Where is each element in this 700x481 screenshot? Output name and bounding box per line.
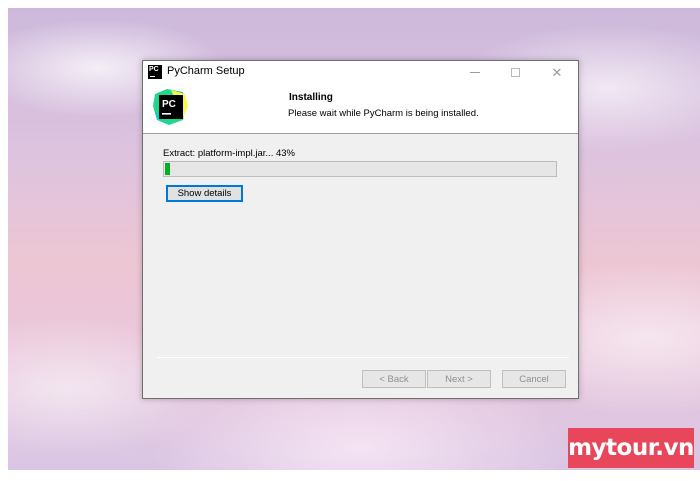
watermark-logo: mytour.vn [568, 428, 694, 468]
window-title: PyCharm Setup [167, 65, 245, 77]
maximize-icon[interactable] [495, 61, 535, 84]
page-title: Installing [289, 92, 333, 103]
next-button[interactable]: Next > [427, 370, 491, 388]
minimize-icon[interactable] [455, 61, 495, 84]
close-icon[interactable]: ✕ [537, 61, 577, 84]
pycharm-logo-icon: PC [153, 89, 188, 125]
setup-window: PC PyCharm Setup ✕ PC Installing Please … [142, 60, 579, 399]
show-details-button[interactable]: Show details [166, 185, 243, 202]
back-button[interactable]: < Back [362, 370, 426, 388]
title-bar[interactable]: PC PyCharm Setup ✕ [143, 61, 578, 84]
pycharm-app-icon: PC [148, 65, 162, 79]
cancel-button[interactable]: Cancel [502, 370, 566, 388]
svg-text:PC: PC [162, 99, 176, 110]
page-subtitle: Please wait while PyCharm is being insta… [288, 108, 479, 119]
install-progress-bar [163, 161, 557, 177]
install-status: Extract: platform-impl.jar... 43% [163, 148, 295, 159]
progress-fill [165, 163, 170, 175]
footer-divider [157, 357, 569, 358]
setup-header: PC Installing Please wait while PyCharm … [143, 84, 578, 134]
